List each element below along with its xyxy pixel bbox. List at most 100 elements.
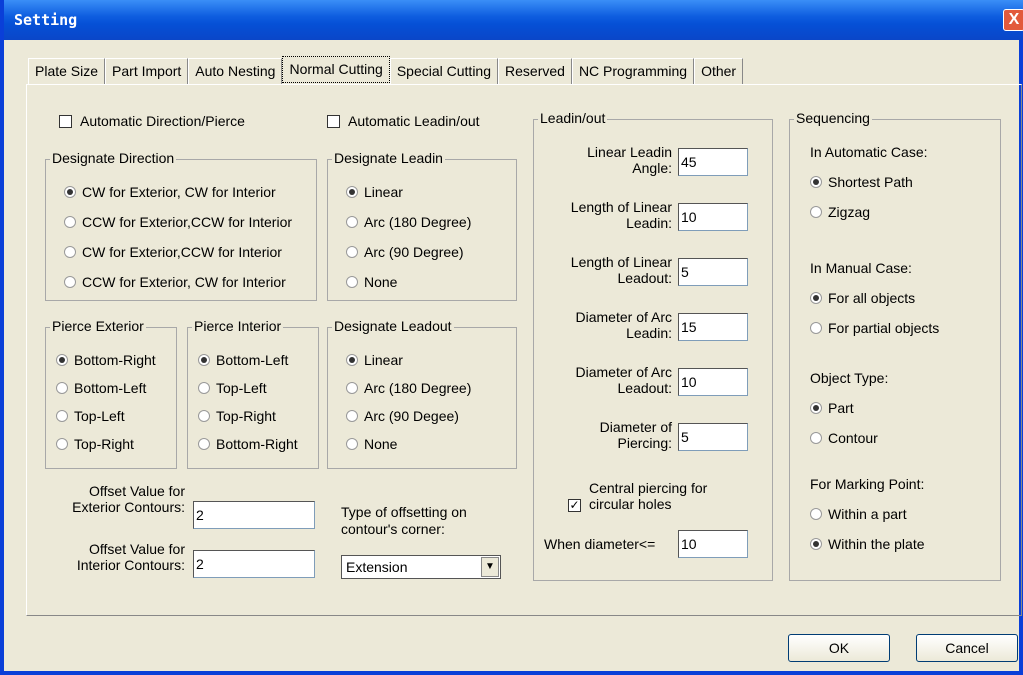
central-piercing-checkbox[interactable]: ✓ Central piercing for circular holes — [568, 480, 707, 512]
leadin-field-input[interactable]: 15 — [678, 313, 748, 341]
leadin-field-label: Diameter of Arc Leadout: — [542, 364, 672, 396]
leadin-field-input[interactable]: 10 — [678, 368, 748, 396]
when-diameter-input[interactable]: 10 — [678, 530, 748, 558]
radio-button[interactable] — [64, 246, 76, 258]
radio-button[interactable] — [64, 186, 76, 198]
tab-auto-nesting[interactable]: Auto Nesting — [188, 58, 283, 84]
title-bar[interactable]: Setting X — [4, 0, 1023, 40]
radio-button[interactable] — [810, 508, 822, 520]
radio-option[interactable]: CCW for Exterior, CW for Interior — [64, 274, 286, 290]
radio-option[interactable]: Zigzag — [810, 204, 870, 220]
offset-type-select[interactable]: Extension ▼ — [341, 555, 501, 579]
radio-option[interactable]: Top-Right — [198, 408, 276, 424]
radio-button[interactable] — [56, 354, 68, 366]
radio-button[interactable] — [56, 382, 68, 394]
cancel-button[interactable]: Cancel — [916, 634, 1018, 662]
leadin-field-input[interactable]: 5 — [678, 258, 748, 286]
radio-option[interactable]: For all objects — [810, 290, 915, 306]
auto-leadin-checkbox[interactable]: Automatic Leadin/out — [327, 113, 480, 129]
label-line: Diameter of — [599, 419, 672, 435]
tab-nc-programming[interactable]: NC Programming — [571, 58, 695, 84]
radio-button[interactable] — [346, 438, 358, 450]
radio-option[interactable]: Bottom-Right — [56, 352, 156, 368]
close-button[interactable]: X — [1003, 9, 1023, 31]
sequencing-group: Sequencing In Automatic Case: Shortest Pa… — [789, 110, 1001, 581]
radio-option[interactable]: Within the plate — [810, 536, 925, 552]
tab-other[interactable]: Other — [694, 58, 744, 84]
radio-option[interactable]: Contour — [810, 430, 878, 446]
radio-label: Top-Right — [216, 408, 276, 424]
tab-part-import[interactable]: Part Import — [105, 58, 189, 84]
radio-option[interactable]: Arc (180 Degree) — [346, 214, 471, 230]
radio-button[interactable] — [810, 176, 822, 188]
radio-button[interactable] — [198, 354, 210, 366]
radio-button[interactable] — [810, 292, 822, 304]
radio-label: Top-Right — [74, 436, 134, 452]
radio-button[interactable] — [198, 382, 210, 394]
radio-button[interactable] — [346, 382, 358, 394]
auto-direction-checkbox[interactable]: Automatic Direction/Pierce — [59, 113, 245, 129]
radio-button[interactable] — [346, 216, 358, 228]
radio-option[interactable]: Bottom-Left — [198, 352, 288, 368]
leadin-field-label: Length of Linear Leadout: — [542, 254, 672, 286]
leadin-field-input[interactable]: 5 — [678, 423, 748, 451]
radio-option[interactable]: Arc (90 Degee) — [346, 408, 459, 424]
radio-option[interactable]: Bottom-Left — [56, 380, 146, 396]
radio-button[interactable] — [810, 402, 822, 414]
radio-option[interactable]: Bottom-Right — [198, 436, 298, 452]
radio-option[interactable]: Shortest Path — [810, 174, 913, 190]
window-title: Setting — [14, 11, 78, 29]
radio-button[interactable] — [198, 438, 210, 450]
radio-option[interactable]: CCW for Exterior,CCW for Interior — [64, 214, 292, 230]
tab-reserved[interactable]: Reserved — [498, 58, 572, 84]
radio-button[interactable] — [810, 432, 822, 444]
radio-button[interactable] — [198, 410, 210, 422]
radio-option[interactable]: None — [346, 436, 397, 452]
label-line: Diameter of Arc — [575, 309, 672, 325]
radio-option[interactable]: Arc (180 Degree) — [346, 380, 471, 396]
radio-label: Bottom-Right — [216, 436, 298, 452]
label-line: Central piercing for — [589, 480, 708, 496]
tab-plate-size[interactable]: Plate Size — [28, 58, 106, 84]
radio-label: Zigzag — [828, 204, 871, 220]
ok-button[interactable]: OK — [788, 634, 890, 662]
radio-option[interactable]: Linear — [346, 184, 403, 200]
checkbox-box[interactable] — [327, 114, 340, 128]
radio-option[interactable]: CW for Exterior,CCW for Interior — [64, 244, 282, 260]
radio-button[interactable] — [810, 322, 822, 334]
radio-option[interactable]: None — [346, 274, 397, 290]
radio-button[interactable] — [346, 276, 358, 288]
designate-leadout-group: Designate Leadout Linear Arc (180 Degree)… — [327, 318, 517, 469]
radio-button[interactable] — [56, 438, 68, 450]
leadin-field-input[interactable]: 10 — [678, 203, 748, 231]
radio-label: CCW for Exterior, CW for Interior — [82, 274, 286, 290]
checkbox-box[interactable] — [59, 114, 72, 128]
radio-option[interactable]: Top-Left — [198, 380, 267, 396]
interior-offset-input[interactable]: 2 — [193, 550, 315, 578]
radio-button[interactable] — [64, 276, 76, 288]
radio-option[interactable]: Arc (90 Degree) — [346, 244, 464, 260]
tab-normal-cutting[interactable]: Normal Cutting — [282, 56, 390, 83]
radio-button[interactable] — [346, 354, 358, 366]
radio-option[interactable]: Top-Left — [56, 408, 125, 424]
radio-option[interactable]: CW for Exterior, CW for Interior — [64, 184, 276, 200]
radio-option[interactable]: Within a part — [810, 506, 907, 522]
radio-option[interactable]: Part — [810, 400, 854, 416]
checkbox-box[interactable]: ✓ — [568, 499, 581, 512]
radio-button[interactable] — [56, 410, 68, 422]
label-line: Exterior Contours: — [72, 499, 185, 515]
radio-button[interactable] — [346, 410, 358, 422]
radio-option[interactable]: For partial objects — [810, 320, 939, 336]
tab-special-cutting[interactable]: Special Cutting — [389, 58, 499, 84]
radio-button[interactable] — [64, 216, 76, 228]
radio-button[interactable] — [810, 538, 822, 550]
radio-button[interactable] — [346, 186, 358, 198]
exterior-offset-input[interactable]: 2 — [193, 501, 315, 529]
chevron-down-icon[interactable]: ▼ — [481, 557, 499, 577]
radio-button[interactable] — [810, 206, 822, 218]
radio-label: Arc (90 Degee) — [364, 408, 459, 424]
leadin-field-input[interactable]: 45 — [678, 148, 748, 176]
radio-option[interactable]: Top-Right — [56, 436, 134, 452]
radio-button[interactable] — [346, 246, 358, 258]
radio-option[interactable]: Linear — [346, 352, 403, 368]
